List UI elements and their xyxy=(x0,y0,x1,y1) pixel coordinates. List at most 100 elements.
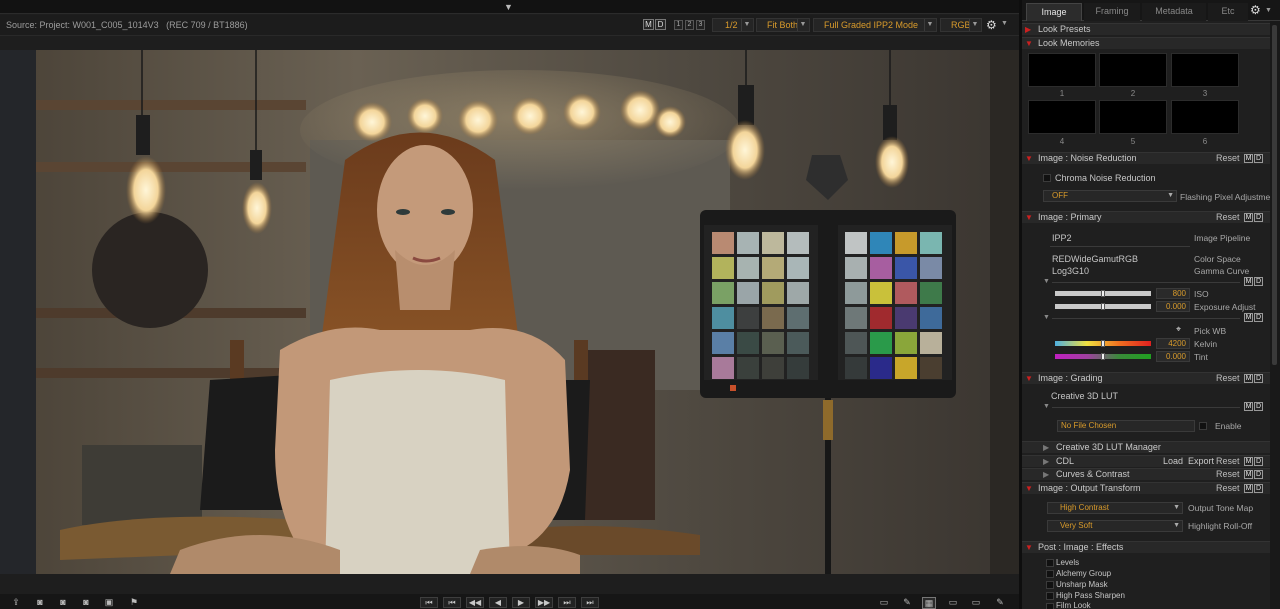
layout-button-2[interactable]: 2 xyxy=(685,20,694,30)
prev-clip-button[interactable]: ⏮ xyxy=(443,597,461,608)
section-cdl[interactable]: ▶ CDL Load Export Reset M D xyxy=(1022,455,1270,467)
triangle-down-icon[interactable]: ▼ xyxy=(1043,403,1050,410)
step-back-button[interactable]: ◀ xyxy=(489,597,507,608)
pick-wb-label[interactable]: Pick WB xyxy=(1194,326,1226,336)
monitor-icon[interactable]: ▭ xyxy=(877,597,891,607)
panel-scrollbar[interactable] xyxy=(1270,21,1280,609)
tint-value[interactable]: 0.000 xyxy=(1156,351,1190,362)
tab-metadata[interactable]: Metadata xyxy=(1142,3,1206,21)
go-end-button[interactable]: ⏭ xyxy=(581,597,599,608)
layout-icon[interactable]: ▭ xyxy=(946,597,960,607)
section-noise-reduction[interactable]: ▼ Image : Noise Reduction Reset M D xyxy=(1022,152,1270,164)
reset-button[interactable]: Reset xyxy=(1216,469,1240,480)
color-space-value[interactable]: REDWideGamutRGB xyxy=(1052,254,1138,264)
m-button[interactable]: M xyxy=(1244,470,1253,479)
camera-icon[interactable]: ◙ xyxy=(79,597,93,607)
m-button[interactable]: M xyxy=(1244,154,1253,163)
effect-checkbox[interactable] xyxy=(1046,581,1054,589)
look-memory-slot[interactable] xyxy=(1028,100,1096,134)
section-look-presets[interactable]: ▶ Look Presets xyxy=(1022,23,1270,35)
look-memory-slot[interactable] xyxy=(1171,53,1239,87)
m-button[interactable]: M xyxy=(1244,457,1253,466)
d-button[interactable]: D xyxy=(1254,457,1263,466)
d-button[interactable]: D xyxy=(1254,484,1263,493)
edit-icon[interactable]: ✎ xyxy=(993,597,1007,607)
lut-enable-checkbox[interactable] xyxy=(1199,422,1207,430)
effect-checkbox[interactable] xyxy=(1046,570,1054,578)
tab-image[interactable]: Image xyxy=(1026,3,1082,21)
frame-icon[interactable]: ▣ xyxy=(102,597,116,607)
reset-button[interactable]: Reset xyxy=(1216,483,1240,494)
layout-button-3[interactable]: 3 xyxy=(696,20,705,30)
pipeline-value[interactable]: IPP2 xyxy=(1052,233,1072,243)
section-lut-manager[interactable]: ▶ Creative 3D LUT Manager xyxy=(1022,441,1270,453)
m-button[interactable]: M xyxy=(1244,374,1253,383)
export-icon[interactable]: ⇪ xyxy=(9,597,23,607)
iso-value[interactable]: 800 xyxy=(1156,288,1190,299)
rolloff-select[interactable]: Very Soft ▼ xyxy=(1047,520,1183,532)
iso-slider-handle[interactable] xyxy=(1101,290,1105,297)
section-curves[interactable]: ▶ Curves & Contrast Reset M D xyxy=(1022,468,1270,480)
keyboard-icon[interactable]: ▭ xyxy=(969,597,983,607)
m-button[interactable]: M xyxy=(1244,313,1253,322)
d-button[interactable]: D xyxy=(1254,402,1263,411)
panel-gear-icon[interactable]: ⚙ xyxy=(1250,4,1261,17)
d-button[interactable]: D xyxy=(1254,154,1263,163)
look-memory-slot[interactable] xyxy=(1171,100,1239,134)
m-button[interactable]: M xyxy=(1244,484,1253,493)
play-button[interactable]: ▶ xyxy=(512,597,530,608)
fast-forward-button[interactable]: ▶▶ xyxy=(535,597,553,608)
m-button[interactable]: M xyxy=(1244,277,1253,286)
section-output-transform[interactable]: ▼ Image : Output Transform Reset M D xyxy=(1022,482,1270,494)
reset-button[interactable]: Reset xyxy=(1216,212,1240,223)
eyedropper-icon[interactable]: ⌖ xyxy=(1176,324,1181,335)
lut-file-chooser[interactable]: No File Chosen xyxy=(1057,420,1195,432)
layout-button-1[interactable]: 1 xyxy=(674,20,683,30)
exposure-slider-handle[interactable] xyxy=(1101,303,1105,310)
section-primary[interactable]: ▼ Image : Primary Reset M D xyxy=(1022,211,1270,223)
go-start-button[interactable]: ⏮ xyxy=(420,597,438,608)
tab-etc[interactable]: Etc xyxy=(1208,3,1248,21)
channel-select[interactable]: RGB ▼ xyxy=(940,18,982,32)
section-grading[interactable]: ▼ Image : Grading Reset M D xyxy=(1022,372,1270,384)
noise-mode-select[interactable]: OFF ▼ xyxy=(1043,190,1177,202)
look-memory-slot[interactable] xyxy=(1099,53,1167,87)
look-memory-slot[interactable] xyxy=(1028,53,1096,87)
m-button[interactable]: M xyxy=(1244,402,1253,411)
flag-icon[interactable]: ⚑ xyxy=(127,597,141,607)
load-button[interactable]: Load xyxy=(1163,456,1183,467)
kelvin-value[interactable]: 4200 xyxy=(1156,338,1190,349)
reset-button[interactable]: Reset xyxy=(1216,456,1240,467)
d-button[interactable]: D xyxy=(1254,277,1263,286)
viewer-d-button[interactable]: D xyxy=(655,19,666,30)
gamma-value[interactable]: Log3G10 xyxy=(1052,266,1089,276)
rewind-button[interactable]: ◀◀ xyxy=(466,597,484,608)
d-button[interactable]: D xyxy=(1254,374,1263,383)
look-mode-select[interactable]: Full Graded IPP2 Mode ▼ xyxy=(813,18,937,32)
reset-button[interactable]: Reset xyxy=(1216,373,1240,384)
kelvin-slider-handle[interactable] xyxy=(1101,340,1105,347)
m-button[interactable]: M xyxy=(1244,213,1253,222)
pen-icon[interactable]: ✎ xyxy=(900,597,914,607)
chroma-nr-checkbox[interactable] xyxy=(1043,174,1051,182)
d-button[interactable]: D xyxy=(1254,313,1263,322)
tint-slider-handle[interactable] xyxy=(1101,353,1105,360)
d-button[interactable]: D xyxy=(1254,213,1263,222)
viewer-gear-icon[interactable]: ⚙ xyxy=(986,18,997,32)
scrollbar-thumb[interactable] xyxy=(1272,25,1277,365)
section-effects[interactable]: ▼ Post : Image : Effects xyxy=(1022,541,1270,553)
look-memory-slot[interactable] xyxy=(1099,100,1167,134)
triangle-down-icon[interactable]: ▼ xyxy=(1043,278,1050,285)
section-look-memories[interactable]: ▼ Look Memories xyxy=(1022,37,1270,49)
tone-map-select[interactable]: High Contrast ▼ xyxy=(1047,502,1183,514)
exposure-value[interactable]: 0.000 xyxy=(1156,301,1190,312)
d-button[interactable]: D xyxy=(1254,470,1263,479)
cpu-icon[interactable]: ▦ xyxy=(922,597,936,609)
export-button[interactable]: Export xyxy=(1188,456,1214,467)
resolution-select[interactable]: 1/2 ▼ xyxy=(712,18,754,32)
effect-checkbox[interactable] xyxy=(1046,592,1054,600)
snapshot-alt-icon[interactable]: ◙ xyxy=(56,597,70,607)
collapse-toggle-icon[interactable]: ▼ xyxy=(504,2,513,12)
fit-mode-select[interactable]: Fit Both ▼ xyxy=(756,18,810,32)
next-clip-button[interactable]: ⏭ xyxy=(558,597,576,608)
